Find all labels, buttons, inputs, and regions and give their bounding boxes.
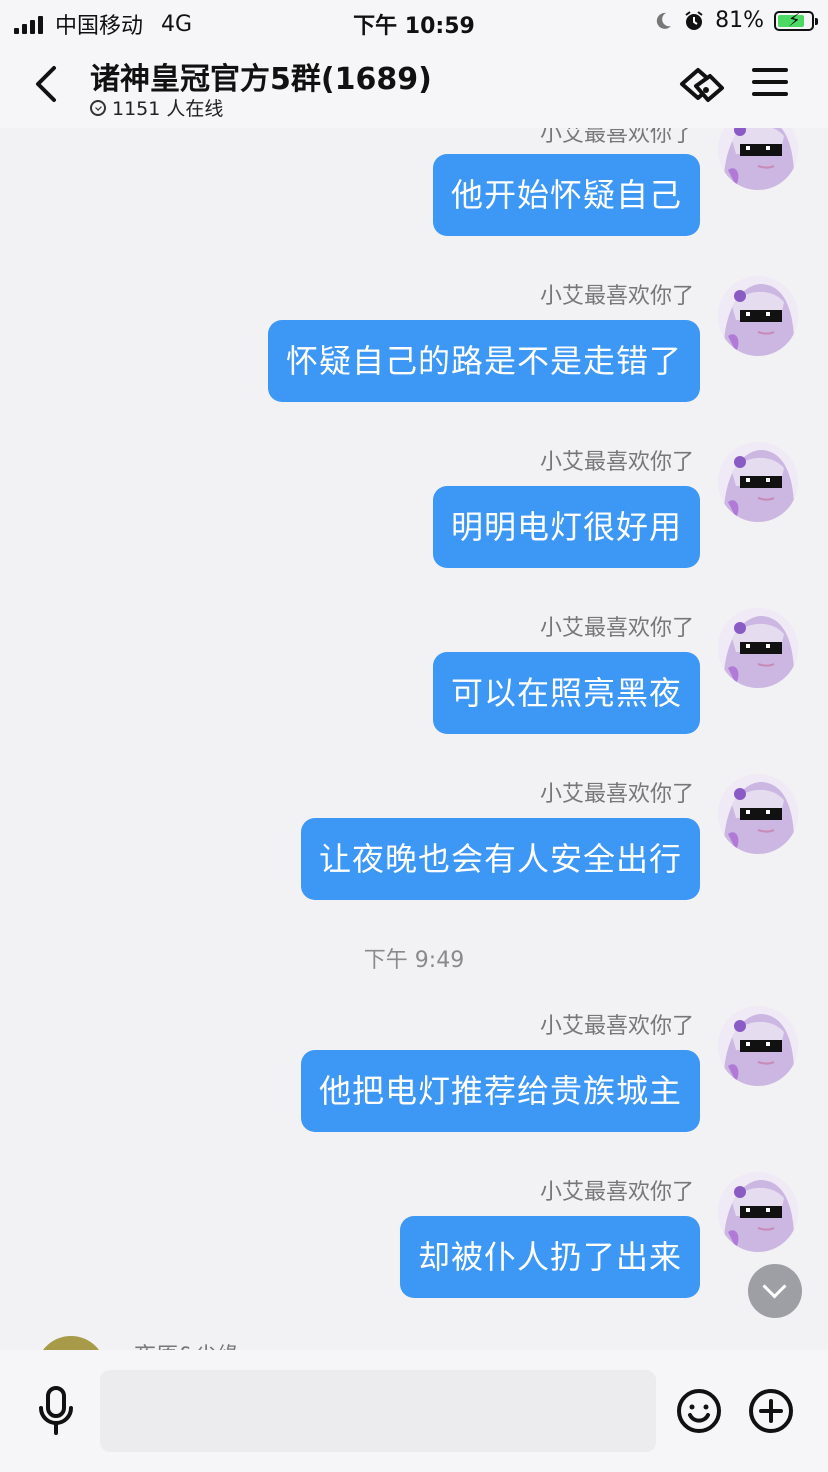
sender-name: 小艾最喜欢你了 <box>539 782 694 807</box>
battery-icon: ⚡ <box>774 10 818 31</box>
avatar-image <box>718 128 798 190</box>
smiley-icon[interactable] <box>676 1388 722 1434</box>
avatar-image <box>718 1172 798 1252</box>
battery-percent: 81% <box>715 8 764 33</box>
hamburger-menu-icon[interactable] <box>752 68 788 100</box>
sender-name: 夜原&尘缘 <box>134 1338 239 1350</box>
message-bubble[interactable]: 可以在照亮黑夜 <box>432 652 700 734</box>
message-bubble[interactable]: 怀疑自己的路是不是走错了 <box>267 320 700 402</box>
sender-name: 小艾最喜欢你了 <box>539 128 694 147</box>
time-divider: 下午 9:49 <box>363 948 465 973</box>
avatar-image <box>718 442 798 522</box>
link-tag-icon[interactable] <box>676 62 728 110</box>
sender-name: 小艾最喜欢你了 <box>539 616 694 641</box>
back-chevron-icon[interactable] <box>28 62 68 106</box>
group-title[interactable]: 诸神皇冠官方5群(1689) <box>90 54 432 98</box>
alarm-icon <box>685 10 703 30</box>
sender-name: 小艾最喜欢你了 <box>539 1014 694 1039</box>
chat-header: 诸神皇冠官方5群(1689) 1151 人在线 <box>0 44 828 128</box>
avatar-image <box>718 1006 798 1086</box>
sender-name: 小艾最喜欢你了 <box>539 1180 694 1205</box>
chat-list[interactable]: 小艾最喜欢你了 他开始怀疑自己 小艾最喜欢你了 怀疑自己的路是不是走错了 小艾最… <box>0 128 828 1350</box>
avatar[interactable] <box>36 1336 106 1350</box>
avatar-image <box>718 608 798 688</box>
avatar[interactable] <box>718 608 798 688</box>
online-count-label: 1151 人在线 <box>112 98 224 120</box>
avatar-image <box>718 774 798 854</box>
avatar[interactable] <box>718 1006 798 1086</box>
input-bar <box>0 1350 828 1472</box>
avatar[interactable] <box>718 442 798 522</box>
message-input[interactable] <box>100 1370 656 1452</box>
message-bubble[interactable]: 却被仆人扔了出来 <box>399 1216 700 1298</box>
avatar[interactable] <box>718 128 798 190</box>
check-circle-icon <box>90 99 106 116</box>
message-bubble[interactable]: 他把电灯推荐给贵族城主 <box>300 1050 700 1132</box>
avatar[interactable] <box>718 276 798 356</box>
message-bubble[interactable]: 明明电灯很好用 <box>432 486 700 568</box>
sender-name: 小艾最喜欢你了 <box>539 450 694 475</box>
avatar-image <box>718 276 798 356</box>
moon-icon <box>656 12 672 29</box>
message-bubble[interactable]: 他开始怀疑自己 <box>432 154 700 236</box>
microphone-icon[interactable] <box>36 1386 76 1436</box>
avatar[interactable] <box>718 774 798 854</box>
avatar[interactable] <box>718 1172 798 1252</box>
scroll-to-bottom-chevron-down-icon[interactable] <box>748 1264 802 1318</box>
message-bubble[interactable]: 让夜晚也会有人安全出行 <box>300 818 700 900</box>
sender-name: 小艾最喜欢你了 <box>539 284 694 309</box>
plus-circle-icon[interactable] <box>748 1388 794 1434</box>
status-bar: 中国移动 4G 下午 10:59 81% ⚡ <box>0 0 828 44</box>
online-count: 1151 人在线 <box>90 94 223 121</box>
